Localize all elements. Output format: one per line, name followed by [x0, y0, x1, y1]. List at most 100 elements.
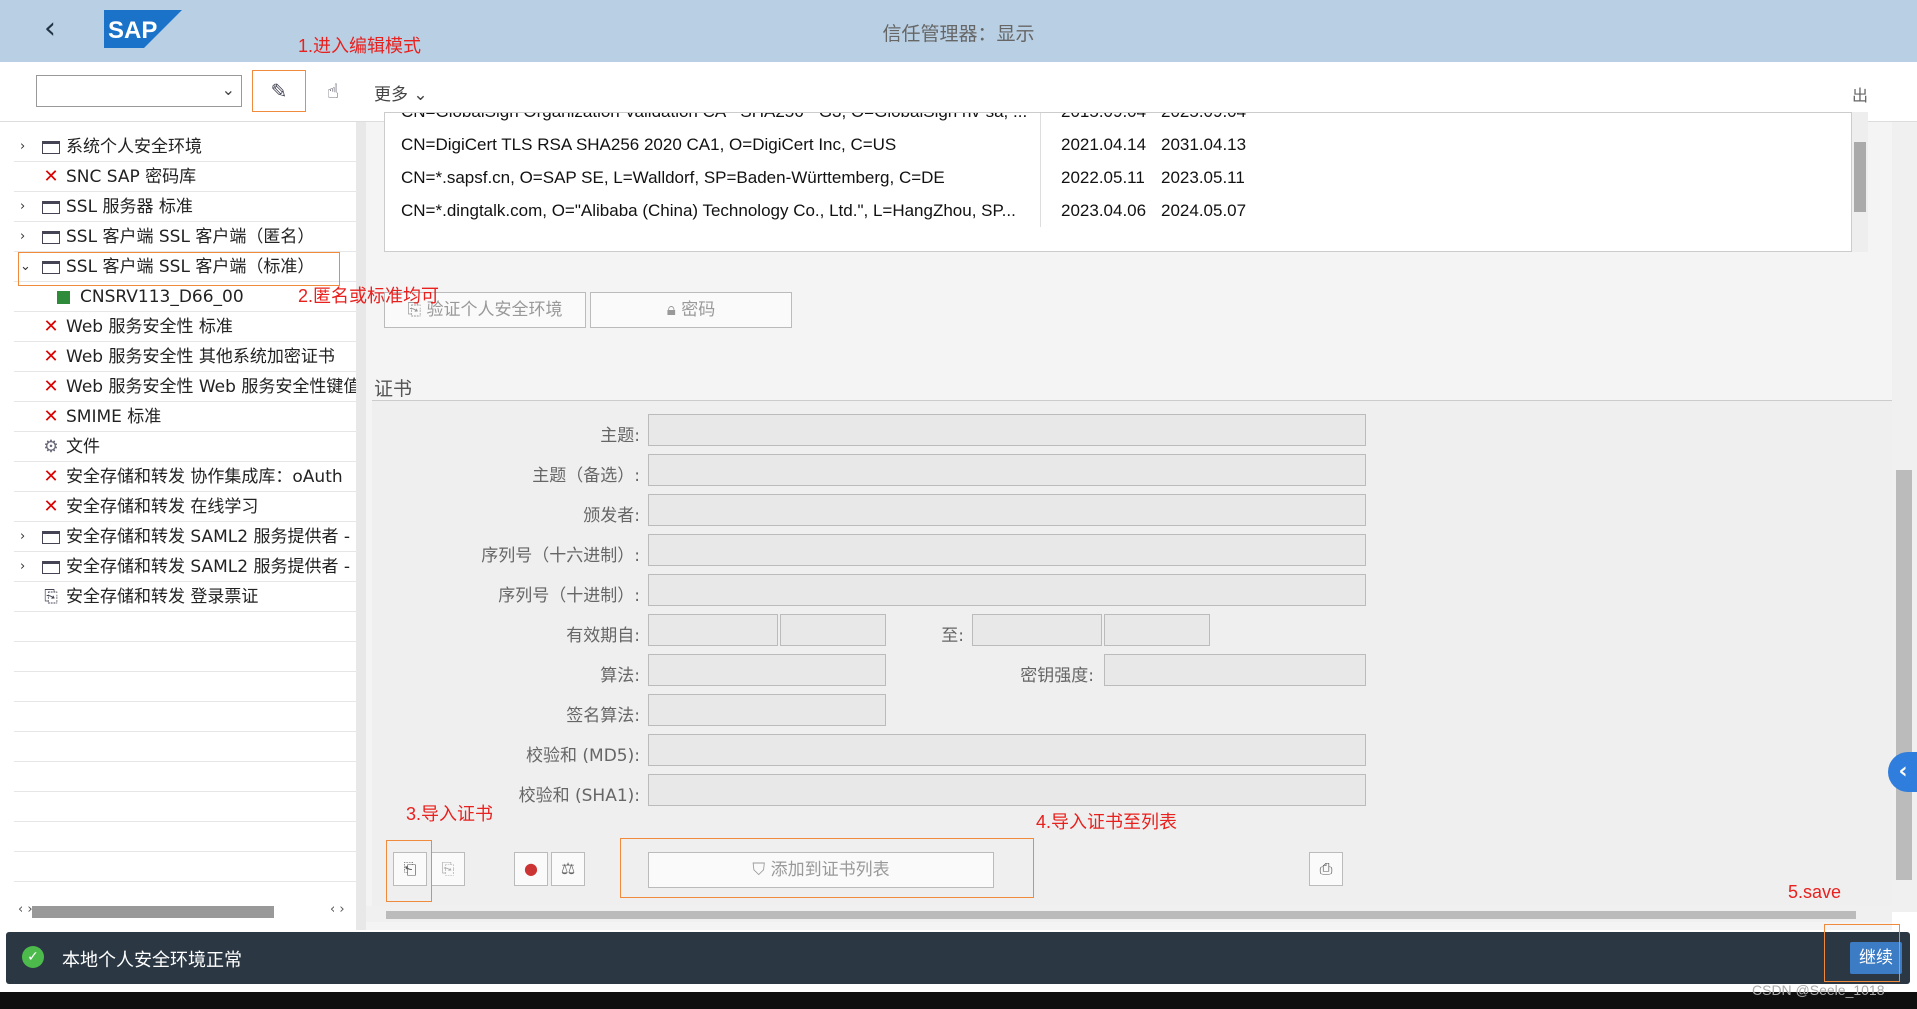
tree-item[interactable]: › SSL 客户端 SSL 客户端（匿名）	[14, 222, 356, 252]
expander-icon[interactable]: ›	[20, 132, 34, 161]
compare-certificate-button[interactable]: ⚖	[551, 852, 585, 886]
serial-hex-label: 序列号（十六进制）:	[481, 546, 640, 566]
tree-item[interactable]: ✕ SNC SAP 密码库	[14, 162, 356, 192]
folder-icon	[40, 192, 62, 221]
subject-field[interactable]	[648, 414, 1366, 446]
issuer-field[interactable]	[648, 494, 1366, 526]
folder-icon	[40, 552, 62, 581]
scroll-left-icon[interactable]: ‹ ›	[18, 902, 33, 917]
tree-empty-row	[14, 672, 356, 702]
x-icon: ✕	[43, 316, 59, 337]
certificate-row[interactable]: CN=GlobalSign Organization Validation CA…	[385, 113, 1835, 128]
check-icon: ✓	[22, 946, 44, 968]
certificate-row[interactable]: CN=*.sapsf.cn, O=SAP SE, L=Walldorf, SP=…	[385, 161, 1835, 194]
chevron-down-icon[interactable]: ⌄	[222, 80, 235, 99]
main-horizontal-thumb[interactable]	[386, 911, 1856, 919]
certificate-detail-button[interactable]: ⎙	[1309, 852, 1343, 886]
tree-item-label: 安全存储和转发 登录票证	[66, 587, 259, 607]
tree-empty-row	[14, 762, 356, 792]
expander-icon[interactable]: ›	[20, 552, 34, 581]
subject-alt-field[interactable]	[648, 454, 1366, 486]
x-icon: ✕	[43, 166, 59, 187]
highlight-continue	[1824, 924, 1900, 982]
tree-scroll-thumb[interactable]	[32, 906, 274, 918]
scroll-right-icon[interactable]: ‹ ›	[330, 902, 345, 917]
x-icon: ✕	[43, 496, 59, 517]
tree-item-label: 安全存储和转发 SAML2 服务提供者 -	[66, 557, 351, 577]
export-icon: ⎘	[441, 859, 455, 878]
tree-item[interactable]: ⎘ 安全存储和转发 登录票证	[14, 582, 356, 612]
expander-icon[interactable]: ›	[20, 522, 34, 551]
tree-item[interactable]: ✕ Web 服务安全性 其他系统加密证书	[14, 342, 356, 372]
tree-empty-row	[14, 642, 356, 672]
annotation-add-to-list: 4.导入证书至列表	[1036, 812, 1178, 832]
certificate-to: 2025.09.04	[1161, 113, 1261, 128]
export-certificate-button[interactable]: ⎘	[431, 852, 465, 886]
tree-item[interactable]: ✕ 安全存储和转发 在线学习	[14, 492, 356, 522]
tree-item[interactable]: ⚙ 文件	[14, 432, 356, 462]
tree-item[interactable]: › 安全存储和转发 SAML2 服务提供者 -	[14, 522, 356, 552]
taskbar	[0, 992, 1917, 1009]
tree-item[interactable]: › 安全存储和转发 SAML2 服务提供者 -	[14, 552, 356, 582]
doc-icon: ⎘	[44, 587, 58, 607]
valid-to-time-field[interactable]	[1104, 614, 1210, 646]
pane-splitter[interactable]	[356, 122, 366, 930]
main-vertical-thumb[interactable]	[1896, 470, 1912, 880]
certificate-from: 2021.04.14	[1061, 135, 1147, 154]
expander-icon[interactable]: ›	[20, 222, 34, 251]
x-icon: ✕	[43, 376, 59, 397]
tree-item[interactable]: ✕ Web 服务安全性 标准	[14, 312, 356, 342]
sig-algorithm-label: 签名算法:	[566, 706, 640, 726]
password-button[interactable]: 🔒︎ 密码	[590, 292, 792, 328]
tree-empty-row	[14, 612, 356, 642]
tree-item[interactable]: › 系统个人安全环境	[14, 132, 356, 162]
certificate-subject: CN=GlobalSign Organization Validation CA…	[401, 113, 1041, 128]
highlight-tree-node	[18, 252, 340, 286]
compare-icon: ⚖	[560, 859, 576, 878]
verify-pse-label: 验证个人安全环境	[426, 300, 563, 320]
valid-from-label: 有效期自:	[566, 626, 640, 646]
command-field[interactable]: ⌄	[36, 75, 242, 107]
tree-item-label: 系统个人安全环境	[66, 137, 202, 157]
delete-certificate-button[interactable]: ●	[514, 852, 548, 886]
more-menu[interactable]: 更多 ⌄	[374, 80, 428, 105]
tree-item[interactable]: ✕ 安全存储和转发 协作集成库：oAuth	[14, 462, 356, 492]
certificate-to: 2024.05.07	[1161, 201, 1247, 220]
tree-item[interactable]: ✕ Web 服务安全性 Web 服务安全性键值	[14, 372, 356, 402]
certificate-row[interactable]: CN=DigiCert TLS RSA SHA256 2020 CA1, O=D…	[385, 128, 1835, 161]
annotation-edit-mode: 1.进入编辑模式	[298, 36, 422, 56]
tree-item-label: Web 服务安全性 Web 服务安全性键值	[66, 377, 356, 397]
valid-to-date-field[interactable]	[972, 614, 1102, 646]
pse-tree: › 系统个人安全环境 ✕ SNC SAP 密码库 › SSL 服务器 标准 › SSL 客户端…	[14, 132, 356, 912]
tree-item[interactable]: ✕ SMIME 标准	[14, 402, 356, 432]
password-label: 密码	[681, 300, 716, 320]
expander-icon[interactable]: ›	[20, 192, 34, 221]
sha1-field[interactable]	[648, 774, 1366, 806]
certificate-row[interactable]: CN=*.dingtalk.com, O="Alibaba (China) Te…	[385, 194, 1835, 227]
certificate-list: CN=GlobalSign Organization Validation CA…	[384, 112, 1852, 252]
serial-hex-field[interactable]	[648, 534, 1366, 566]
key-strength-field[interactable]	[1104, 654, 1366, 686]
tree-empty-row	[14, 822, 356, 852]
tree-item[interactable]: › SSL 服务器 标准	[14, 192, 356, 222]
certificate-subject: CN=DigiCert TLS RSA SHA256 2020 CA1, O=D…	[401, 128, 1041, 161]
sig-algorithm-field[interactable]	[648, 694, 886, 726]
certificate-from: 2022.05.11	[1061, 168, 1145, 187]
tree-empty-row	[14, 732, 356, 762]
certificate-list-scroll-thumb[interactable]	[1854, 142, 1866, 212]
certificate-subject: CN=*.dingtalk.com, O="Alibaba (China) Te…	[401, 194, 1041, 227]
tree-item-label: 文件	[66, 437, 100, 457]
certificate-to: 2031.04.13	[1161, 135, 1247, 154]
tree-item-label: SSL 客户端 SSL 客户端（匿名）	[66, 227, 315, 247]
green-square-icon	[52, 282, 74, 311]
md5-field[interactable]	[648, 734, 1366, 766]
serial-dec-label: 序列号（十进制）:	[498, 586, 640, 606]
touch-hand-icon[interactable]: ☝	[316, 74, 350, 108]
window-title: 信任管理器：显示	[882, 23, 1035, 45]
exit-button[interactable]: 出	[1852, 82, 1868, 106]
certificate-section-title: 证书	[374, 378, 413, 400]
tree-item-label: 安全存储和转发 SAML2 服务提供者 -	[66, 527, 351, 547]
serial-dec-field[interactable]	[648, 574, 1366, 606]
certificate-from: 2015.09.04	[1061, 113, 1161, 128]
highlight-import	[386, 840, 432, 902]
